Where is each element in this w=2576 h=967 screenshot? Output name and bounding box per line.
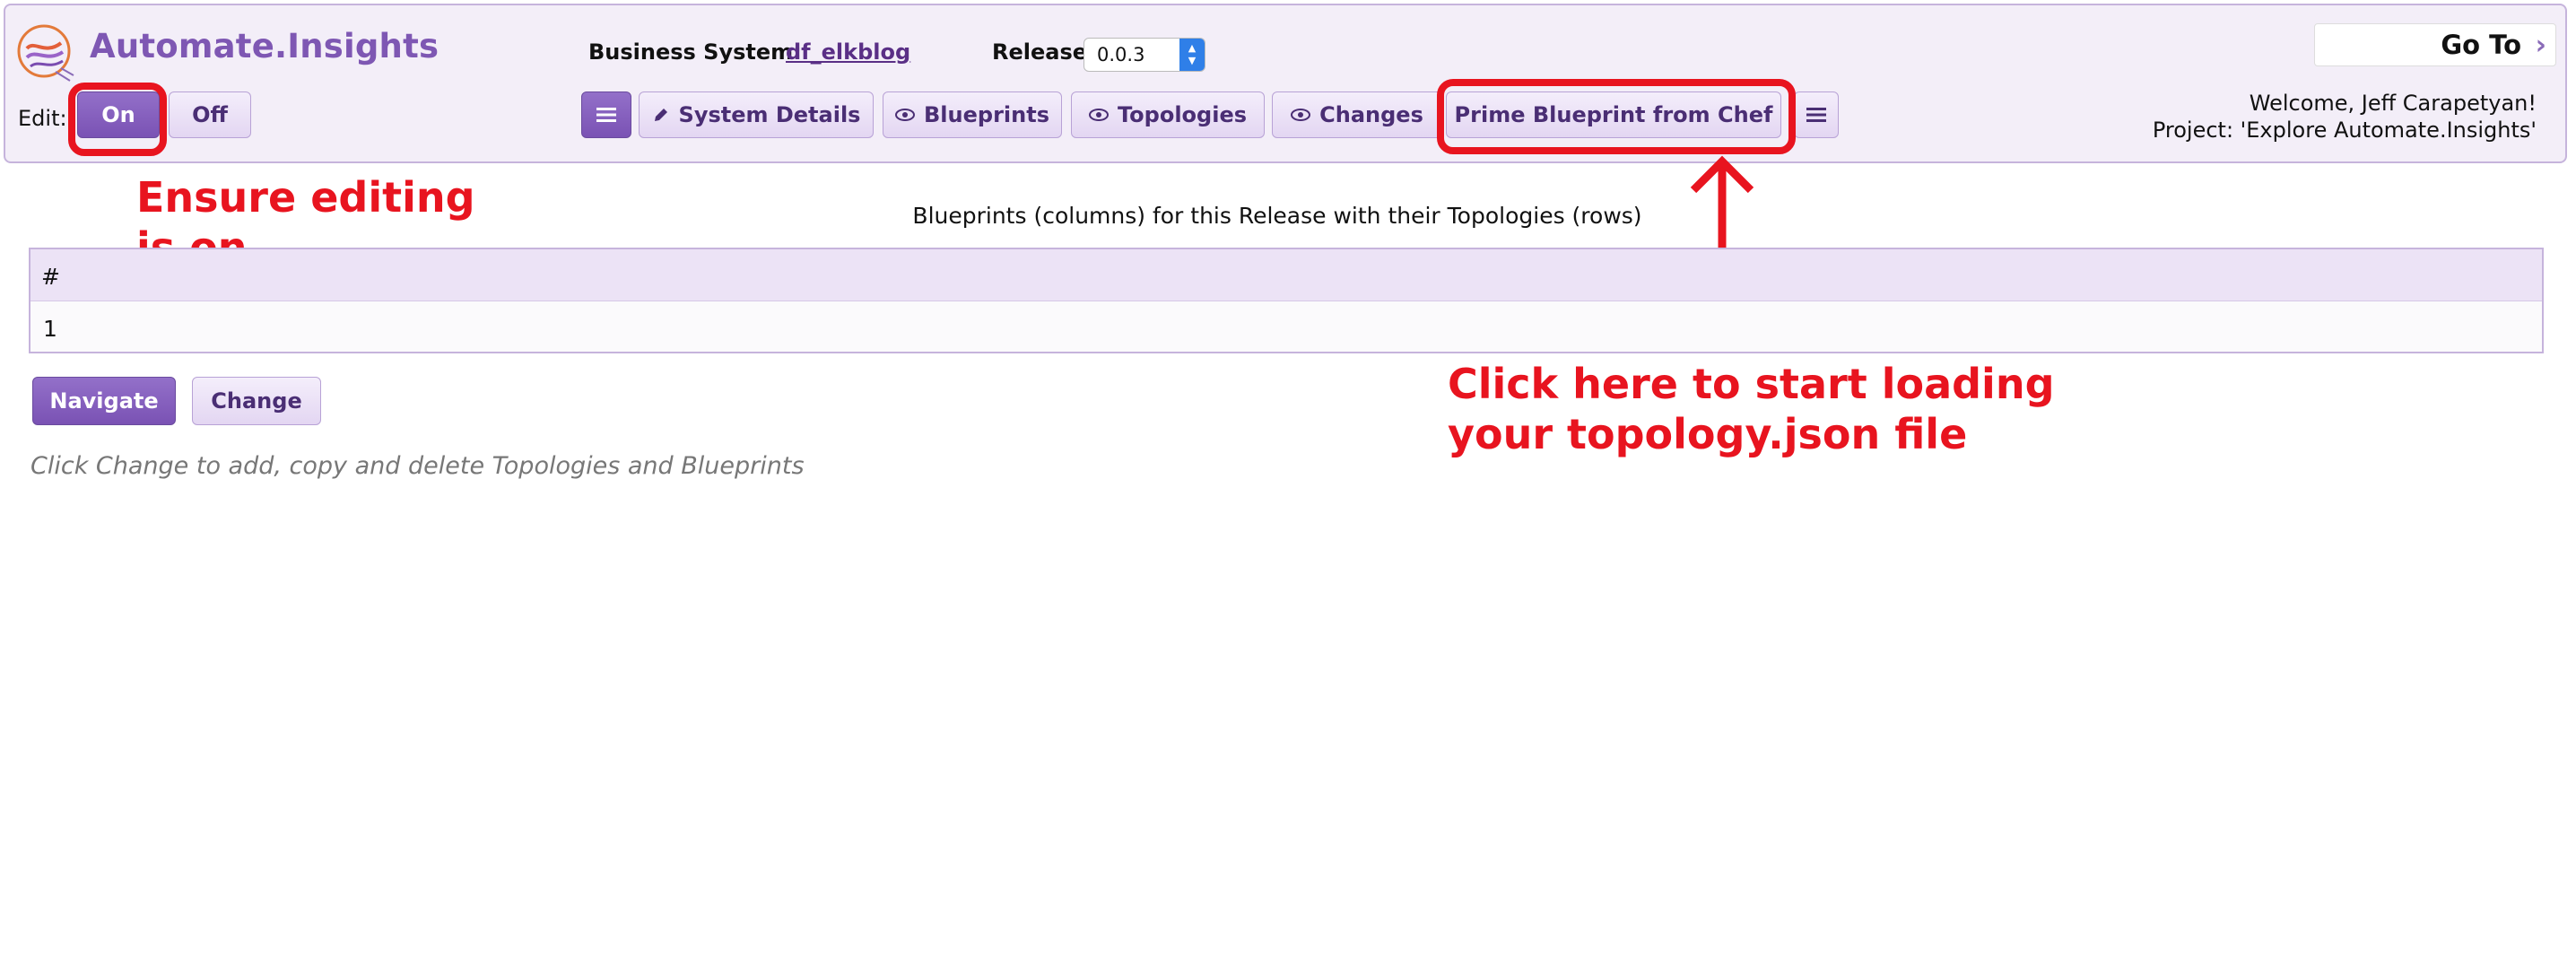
annotation-highlight-prime	[1437, 79, 1796, 154]
topologies-label: Topologies	[1117, 102, 1248, 127]
brand-name[interactable]: Automate.Insights	[90, 27, 439, 65]
business-system-link[interactable]: df_elkblog	[786, 39, 910, 65]
hamburger-icon	[596, 108, 616, 122]
release-select[interactable]: 0.0.3 ▲ ▼	[1083, 38, 1205, 72]
goto-label: Go To	[2441, 30, 2521, 60]
changes-button[interactable]: Changes	[1272, 91, 1442, 138]
release-label: Release	[992, 39, 1088, 65]
navigate-label: Navigate	[49, 388, 159, 414]
eye-icon	[895, 109, 916, 121]
changes-label: Changes	[1319, 102, 1423, 127]
table-header: #	[30, 249, 2542, 301]
system-details-label: System Details	[678, 102, 861, 127]
user-welcome: Welcome, Jeff Carapetyan! Project: 'Expl…	[2153, 90, 2537, 144]
menu-button[interactable]	[581, 91, 631, 138]
top-header: Automate.Insights Business System: df_el…	[4, 4, 2567, 163]
brand-logo-icon	[17, 24, 74, 82]
goto-button[interactable]: Go To ›	[2314, 23, 2556, 66]
table-row[interactable]: 1	[30, 301, 2542, 352]
annotation-prime-text: Click here to start loading your topolog…	[1448, 360, 2055, 458]
edit-label: Edit:	[18, 106, 67, 131]
change-button[interactable]: Change	[192, 377, 321, 425]
eye-icon	[1291, 109, 1311, 121]
help-hint: Click Change to add, copy and delete Top…	[30, 452, 805, 480]
welcome-text: Welcome, Jeff Carapetyan!	[2249, 91, 2537, 116]
select-arrows-icon: ▲ ▼	[1179, 39, 1205, 71]
hamburger-icon	[1806, 108, 1826, 122]
chevron-right-icon: ›	[2535, 30, 2546, 61]
change-label: Change	[211, 388, 302, 414]
business-system-label: Business System:	[588, 39, 802, 65]
table-header-cell: #	[41, 264, 60, 290]
navigate-button[interactable]: Navigate	[32, 377, 176, 425]
blueprints-button[interactable]: Blueprints	[883, 91, 1062, 138]
system-details-button[interactable]: System Details	[639, 91, 874, 138]
table-cell: 1	[43, 316, 57, 342]
release-select-value: 0.0.3	[1097, 44, 1145, 65]
blueprints-label: Blueprints	[924, 102, 1049, 127]
annotation-highlight-edit	[68, 83, 167, 156]
project-text: Project: 'Explore Automate.Insights'	[2152, 118, 2537, 143]
pencil-icon	[654, 109, 667, 121]
table-caption: Blueprints (columns) for this Release wi…	[912, 203, 1642, 229]
more-menu-button[interactable]	[1794, 91, 1839, 138]
blueprint-topology-table: # 1	[29, 248, 2544, 353]
topologies-button[interactable]: Topologies	[1071, 91, 1265, 138]
eye-icon	[1088, 109, 1109, 121]
edit-off-label: Off	[192, 102, 228, 127]
edit-off-button[interactable]: Off	[169, 91, 251, 138]
